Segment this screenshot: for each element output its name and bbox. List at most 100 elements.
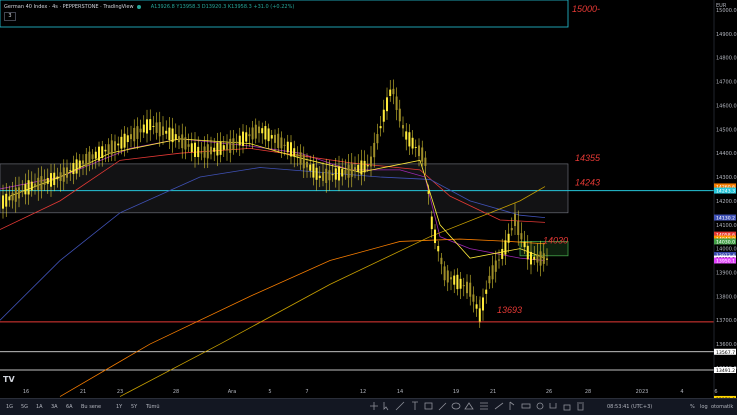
ruler-icon[interactable] [521, 403, 531, 409]
price-scale-label: 14300.0 [716, 175, 737, 181]
shapes-icon[interactable] [464, 402, 474, 410]
candle [18, 187, 20, 199]
candle [482, 297, 484, 311]
timeframe-5g[interactable]: 5G [21, 404, 28, 410]
time-axis-label: 28 [585, 389, 591, 395]
candle [370, 156, 372, 167]
timeframe-tümü[interactable]: Tümü [146, 404, 160, 410]
eye-icon[interactable] [451, 402, 461, 410]
trash-icon[interactable] [577, 402, 584, 411]
annotation-14030[interactable]: 14030 [543, 235, 568, 245]
candle [539, 251, 542, 266]
annotation-13693[interactable]: 13693 [497, 305, 522, 315]
candle [504, 240, 507, 255]
tradingview-logo-icon[interactable]: TV [3, 375, 15, 384]
timeframe-6a[interactable]: 6A [66, 404, 73, 410]
candle [440, 257, 443, 265]
candle [123, 133, 126, 148]
price-tag-label: 14030.0 [716, 239, 735, 245]
candle [462, 285, 465, 287]
candle [206, 144, 209, 159]
candle [290, 142, 292, 157]
percent-toggle[interactable]: % [690, 404, 695, 410]
candle [261, 128, 264, 134]
candle [53, 172, 56, 186]
candle [299, 152, 302, 165]
candle [66, 167, 68, 178]
candle [88, 151, 91, 165]
candle [354, 167, 356, 172]
price-scale-label: 14500.0 [716, 127, 737, 133]
annotation-14243[interactable]: 14243 [575, 178, 600, 188]
candle [443, 266, 446, 281]
fib-icon[interactable] [480, 402, 488, 410]
candle [331, 174, 334, 176]
price-scale-label: 14200.0 [716, 199, 737, 205]
candle [222, 145, 225, 150]
arrow-icon[interactable] [383, 402, 389, 411]
candle [46, 177, 49, 184]
symbol-title[interactable]: German 40 Index · 4s · PEPPERSTONE · Tra… [4, 4, 134, 10]
candle [501, 248, 504, 259]
candle [181, 134, 184, 149]
long-position-icon[interactable] [509, 401, 515, 410]
time-axis-label: 6 [714, 389, 717, 395]
price-scale-label: 14600.0 [716, 103, 737, 109]
auto-toggle[interactable]: otomatik [711, 404, 733, 410]
annotation-14355[interactable]: 14355 [575, 153, 601, 163]
magnet-icon[interactable] [549, 403, 557, 409]
drawing-tools-bar [370, 401, 584, 411]
candle [82, 160, 84, 165]
candle [248, 134, 251, 137]
text-tool-icon[interactable] [412, 401, 418, 410]
candle [498, 259, 500, 261]
ohlc-readout: A13926.8 Y13958.3 D13920.3 K13958.3 +31.… [150, 4, 295, 10]
candle [149, 119, 152, 131]
timeframe-1y[interactable]: 1Y [116, 404, 122, 410]
candle [219, 141, 222, 155]
time-axis-label: 16 [23, 389, 29, 395]
trend-line-icon[interactable] [395, 401, 405, 411]
candle [194, 142, 196, 157]
candle [197, 146, 200, 158]
clock[interactable]: 08:53:41 (UTC+3) [607, 404, 652, 410]
timeframe-1g[interactable]: 1G [6, 404, 13, 410]
price-scale-label: 13600.0 [716, 342, 737, 348]
candle [315, 167, 318, 180]
candle [424, 157, 427, 166]
brush-icon[interactable] [438, 402, 447, 411]
cursor-icon[interactable] [370, 402, 378, 410]
annotation-15000[interactable]: 15000- [572, 4, 600, 14]
candle [72, 162, 75, 175]
price-scale-label: 14400.0 [716, 151, 737, 157]
candle [450, 277, 452, 280]
lock-icon[interactable] [563, 404, 571, 411]
currency-label[interactable]: EUR [716, 3, 726, 9]
timeframe-3a[interactable]: 3A [51, 404, 58, 410]
time-axis-label: 14 [397, 389, 403, 395]
log-toggle[interactable]: log [700, 404, 708, 410]
pattern-icon[interactable] [424, 402, 433, 410]
indicators-collapse-button[interactable]: 3 [4, 12, 16, 21]
measure-icon[interactable] [494, 402, 504, 410]
candle [526, 245, 529, 260]
candle [107, 144, 110, 154]
zoom-icon[interactable] [536, 402, 544, 410]
candle [507, 233, 510, 243]
timeframe-bu-sene[interactable]: Bu sene [81, 404, 101, 410]
candle [453, 275, 456, 285]
resistance-zone-box[interactable] [0, 163, 569, 214]
timeframe-5y[interactable]: 5Y [131, 404, 137, 410]
timeframe-1a[interactable]: 1A [36, 404, 43, 410]
candle [136, 126, 139, 139]
candle [235, 141, 238, 144]
candle [398, 108, 401, 122]
candle [459, 278, 462, 289]
candle [395, 96, 398, 110]
candle [251, 127, 254, 140]
candle [280, 137, 283, 149]
candle [386, 97, 388, 112]
candle [402, 125, 404, 129]
price-chart[interactable]: 15000-1435514243140301369315000.014900.0… [0, 0, 737, 414]
candle [98, 146, 100, 161]
